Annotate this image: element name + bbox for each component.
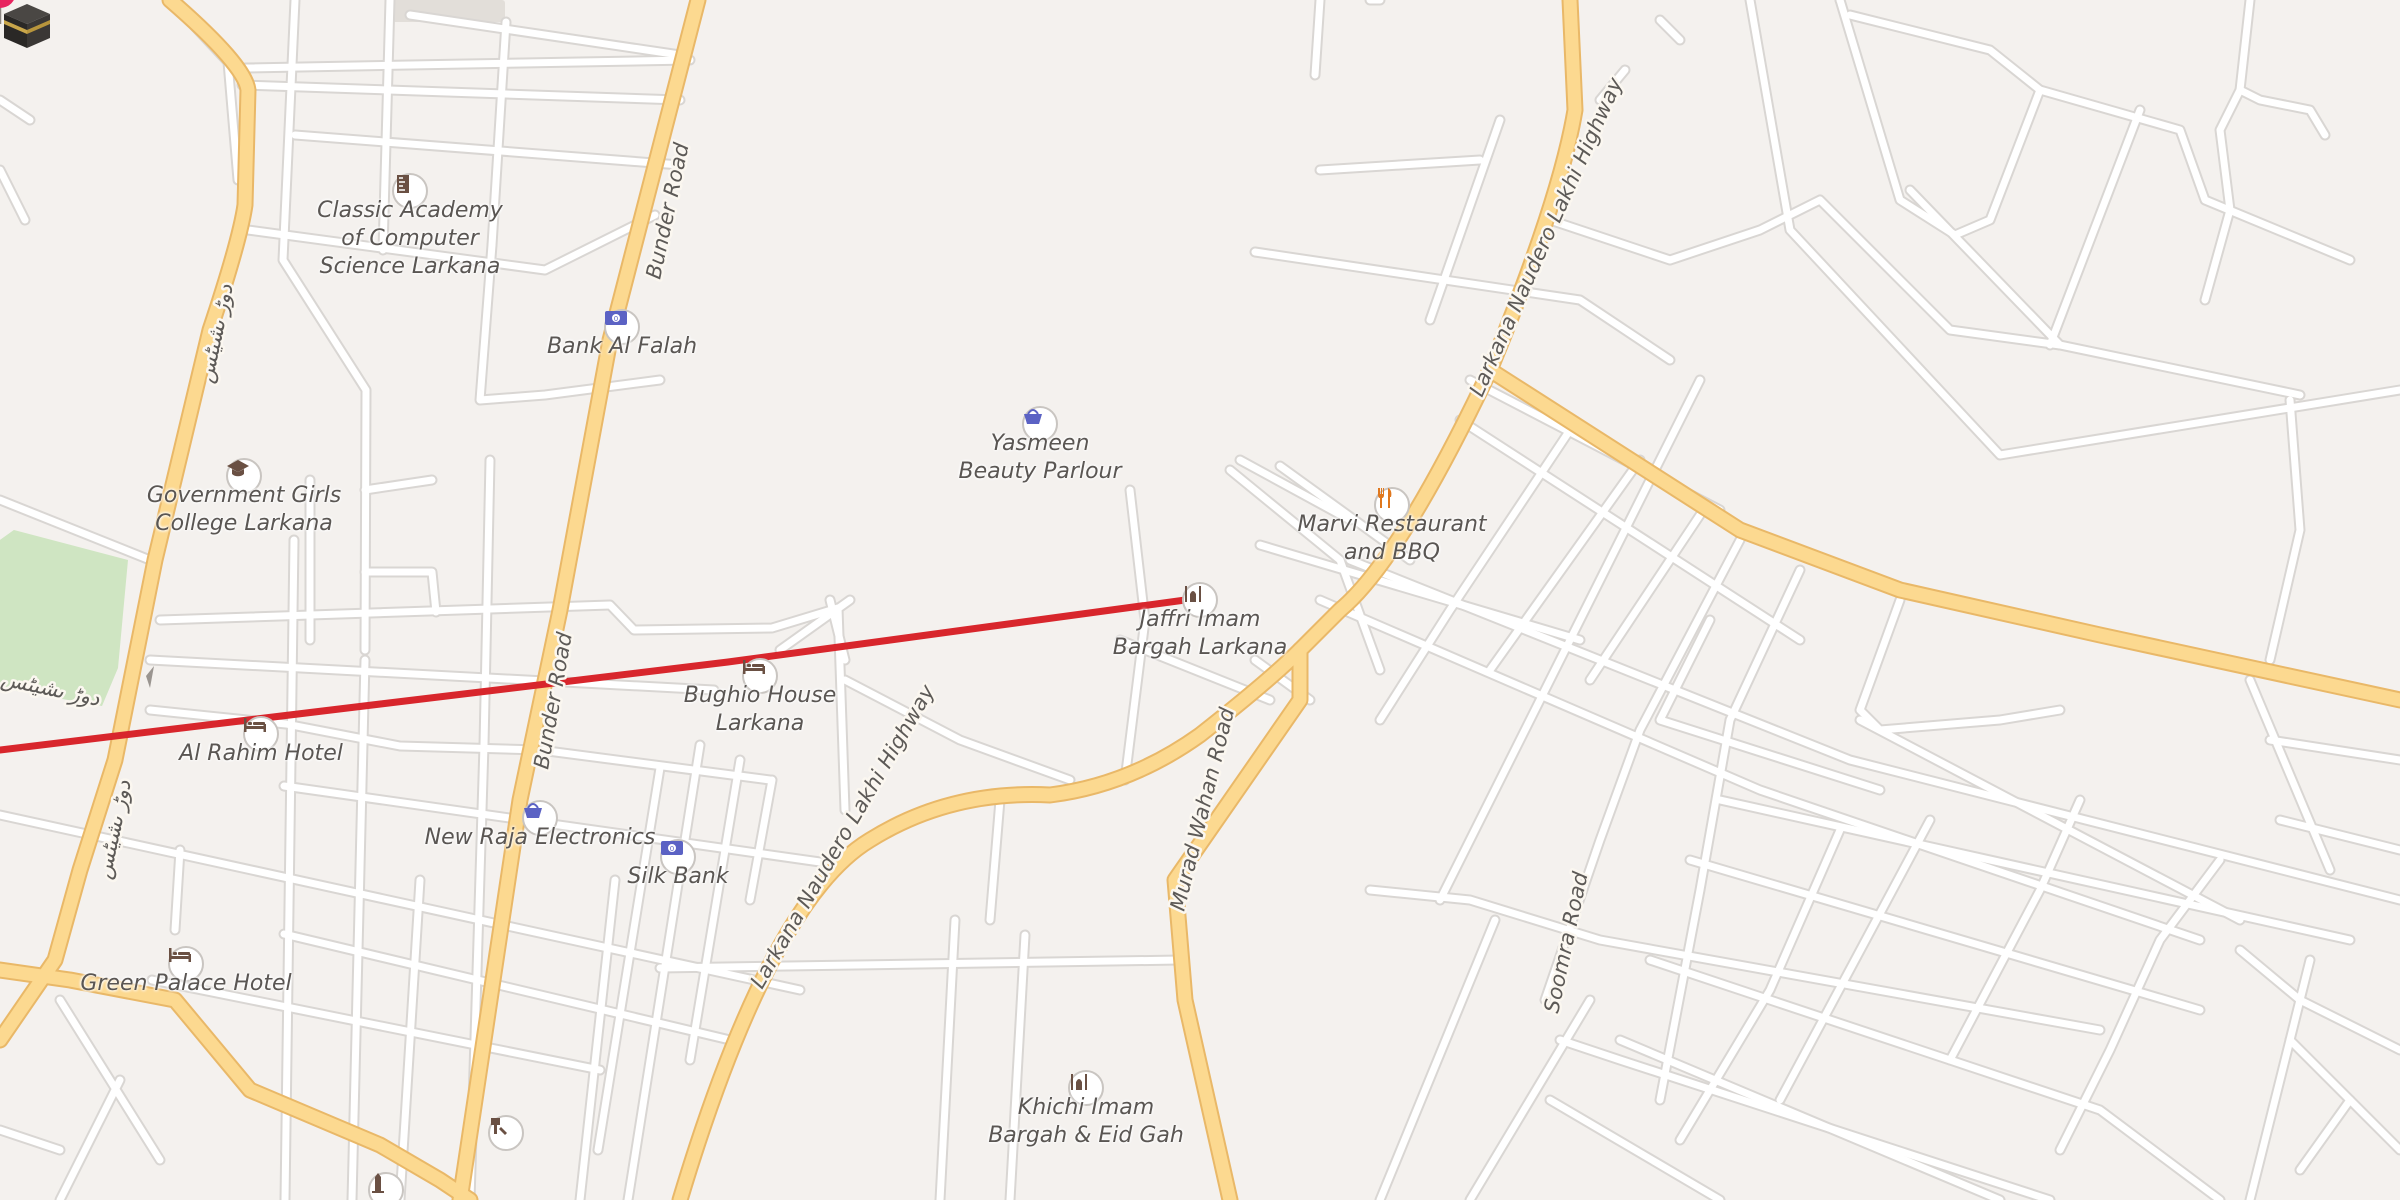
poi-bughio-house[interactable]: Bughio House Larkana bbox=[684, 658, 836, 736]
poi-government-girls-college[interactable]: Government Girls College Larkana bbox=[147, 458, 341, 536]
map-pin-icon[interactable] bbox=[0, 0, 20, 26]
map-canvas[interactable]: Bunder Road Bunder Road Larkana Naudero … bbox=[0, 0, 2400, 1200]
poi-jaffri-imam-bargah[interactable]: Jaffri Imam Bargah Larkana bbox=[1113, 582, 1287, 660]
poi-bank-al-falah[interactable]: 0 Bank Al Falah bbox=[547, 309, 697, 359]
one-way-arrow-icon bbox=[146, 666, 154, 688]
road-label-soomra-road: Soomra Road bbox=[1539, 869, 1592, 1015]
poi-label: Silk Bank bbox=[627, 864, 729, 889]
poi-label: Khichi Imam Bargah & Eid Gah bbox=[988, 1095, 1184, 1148]
poi-label: Bughio House Larkana bbox=[683, 683, 837, 736]
svg-text:0: 0 bbox=[614, 315, 618, 323]
poi-label: Classic Academy of Computer Science Larkan… bbox=[317, 198, 503, 279]
paint-tools-icon bbox=[488, 1115, 524, 1151]
poi-monument[interactable] bbox=[368, 1172, 404, 1200]
poi-marvi-restaurant[interactable]: Marvi Restaurant and BBQ bbox=[1297, 487, 1487, 565]
poi-new-raja-electronics[interactable]: New Raja Electronics bbox=[425, 800, 655, 850]
monument-icon bbox=[368, 1172, 404, 1200]
road-label-station-road-north: دوڑ ںشیٹس bbox=[193, 281, 238, 385]
poi-hardware-shop[interactable] bbox=[488, 1115, 524, 1151]
poi-khichi-imam-bargah[interactable]: Khichi Imam Bargah & Eid Gah bbox=[988, 1070, 1184, 1148]
poi-label: Bank Al Falah bbox=[546, 334, 698, 359]
poi-silk-bank[interactable]: 0 Silk Bank bbox=[627, 839, 729, 889]
poi-classic-academy[interactable]: Classic Academy of Computer Science Larkan… bbox=[317, 173, 503, 279]
poi-label: Al Rahim Hotel bbox=[179, 741, 343, 766]
svg-text:0: 0 bbox=[670, 845, 674, 853]
poi-label: Government Girls College Larkana bbox=[146, 483, 342, 536]
poi-label: New Raja Electronics bbox=[424, 825, 656, 850]
poi-label: Jaffri Imam Bargah Larkana bbox=[1112, 607, 1288, 660]
poi-label: Yasmeen Beauty Parlour bbox=[958, 431, 1122, 484]
poi-yasmeen-beauty[interactable]: Yasmeen Beauty Parlour bbox=[958, 406, 1122, 484]
poi-label: Marvi Restaurant and BBQ bbox=[1297, 512, 1487, 565]
poi-al-rahim-hotel[interactable]: Al Rahim Hotel bbox=[179, 716, 343, 766]
poi-green-palace-hotel[interactable]: Green Palace Hotel bbox=[80, 946, 292, 996]
poi-label: Green Palace Hotel bbox=[80, 971, 292, 996]
